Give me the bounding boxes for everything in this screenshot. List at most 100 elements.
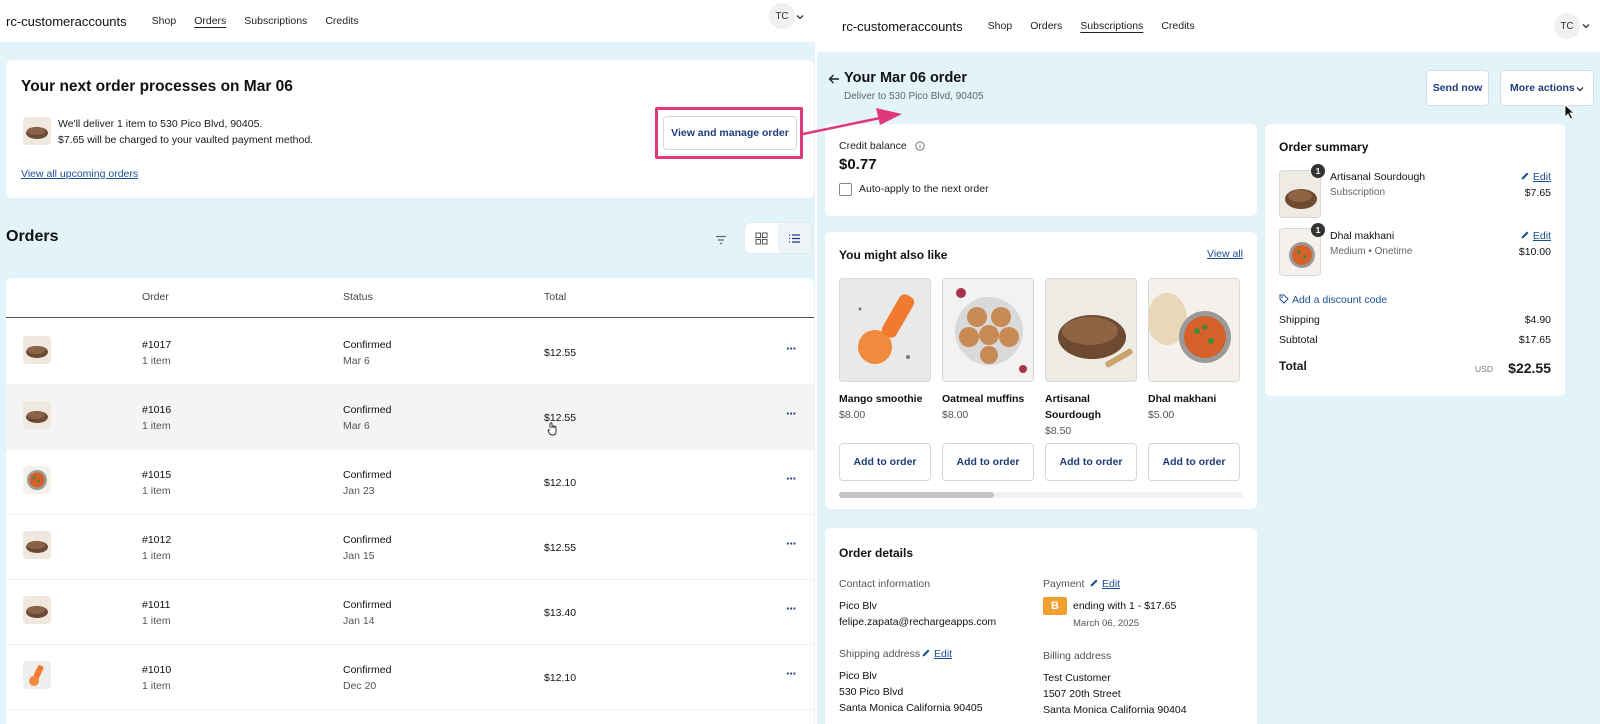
more-options-icon[interactable]: ··· <box>786 341 797 356</box>
summary-item-name: Dhal makhani <box>1330 230 1395 242</box>
filter-icon[interactable] <box>714 233 728 247</box>
order-date: Dec 20 <box>343 680 377 692</box>
table-header: Order Status Total <box>6 278 814 318</box>
table-row[interactable]: #1010 1 item Confirmed Dec 20 $12.10 ··· <box>6 644 814 710</box>
order-date: Mar 6 <box>343 355 370 367</box>
add-to-order-button[interactable]: Add to order <box>839 443 931 481</box>
pencil-icon <box>1090 579 1098 587</box>
table-row[interactable]: #1016 1 item Confirmed Mar 6 $12.55 ··· <box>6 384 814 450</box>
edit-label: Edit <box>1532 171 1551 183</box>
order-number[interactable]: #1017 <box>142 339 171 351</box>
order-details-card: Order details Contact information Pico B… <box>825 528 1257 724</box>
back-arrow-icon[interactable] <box>827 72 841 86</box>
view-all-link[interactable]: View all <box>1207 248 1243 260</box>
smoothie-image <box>840 279 930 381</box>
product-card[interactable]: Artisanal Sourdough $8.50 <box>1045 278 1137 439</box>
scrollbar-thumb[interactable] <box>839 492 994 498</box>
grid-view-button[interactable] <box>745 223 778 253</box>
order-number[interactable]: #1012 <box>142 534 171 546</box>
auto-apply-checkbox[interactable] <box>839 183 852 196</box>
more-options-icon[interactable]: ··· <box>786 666 797 681</box>
billing-line: Santa Monica California 90404 <box>1043 704 1187 716</box>
add-to-order-button[interactable]: Add to order <box>1045 443 1137 481</box>
sourdough-image <box>1046 279 1136 381</box>
summary-item-edit-link[interactable]: Edit <box>1520 230 1551 242</box>
view-all-upcoming-link[interactable]: View all upcoming orders <box>21 168 138 180</box>
order-items: 1 item <box>142 680 171 692</box>
orders-heading: Orders <box>6 228 59 245</box>
billing-line: Test Customer <box>1043 672 1111 684</box>
order-number[interactable]: #1010 <box>142 664 171 676</box>
add-to-order-button[interactable]: Add to order <box>1148 443 1240 481</box>
product-thumbnail <box>23 466 51 494</box>
top-nav: rc-customeraccounts Shop Orders Subscrip… <box>0 0 815 42</box>
order-number[interactable]: #1016 <box>142 404 171 416</box>
summary-item-price: $7.65 <box>1524 187 1551 199</box>
add-discount-link[interactable]: Add a discount code <box>1279 294 1387 306</box>
grid-icon <box>755 232 768 244</box>
billing-line: 1507 20th Street <box>1043 688 1121 700</box>
order-total: $12.55 <box>544 347 577 359</box>
nav-subscriptions[interactable]: Subscriptions <box>244 15 307 27</box>
brand-logo[interactable]: rc-customeraccounts <box>842 19 963 34</box>
shipping-edit-link[interactable]: Edit <box>921 648 952 660</box>
product-image <box>1045 278 1137 382</box>
more-options-icon[interactable]: ··· <box>786 406 797 421</box>
more-actions-button[interactable]: More actions <box>1500 70 1594 106</box>
delivery-text: We'll deliver 1 item to 530 Pico Blvd, 9… <box>58 118 263 130</box>
order-number[interactable]: #1015 <box>142 469 171 481</box>
product-image <box>839 278 931 382</box>
order-items: 1 item <box>142 615 171 627</box>
chevron-down-icon[interactable] <box>1581 21 1591 31</box>
order-summary-title: Order summary <box>1279 140 1369 154</box>
product-thumbnail <box>23 531 51 559</box>
product-card[interactable]: Dhal makhani $5.00 <box>1148 278 1240 423</box>
nav-credits[interactable]: Credits <box>1161 20 1194 32</box>
more-options-icon[interactable]: ··· <box>786 601 797 616</box>
nav-shop[interactable]: Shop <box>152 15 177 27</box>
suggestions-title: You might also like <box>839 248 948 262</box>
product-name: Dhal makhani <box>1148 393 1217 405</box>
more-options-icon[interactable]: ··· <box>786 471 797 486</box>
nav-orders[interactable]: Orders <box>1030 20 1062 32</box>
nav-orders[interactable]: Orders <box>194 15 226 27</box>
product-name: Artisanal Sourdough <box>1045 393 1101 421</box>
more-options-icon[interactable]: ··· <box>786 536 797 551</box>
product-card[interactable]: Mango smoothie $8.00 <box>839 278 931 423</box>
avatar[interactable]: TC <box>769 3 795 29</box>
table-row[interactable]: #1017 1 item Confirmed Mar 6 $12.55 ··· <box>6 319 814 385</box>
view-manage-order-button[interactable]: View and manage order <box>663 116 797 150</box>
nav-shop[interactable]: Shop <box>988 20 1013 32</box>
table-row[interactable]: #1012 1 item Confirmed Jan 15 $12.55 ··· <box>6 514 814 580</box>
pencil-icon <box>922 649 930 657</box>
add-to-order-button[interactable]: Add to order <box>942 443 1034 481</box>
contact-email: felipe.zapata@rechargeapps.com <box>839 616 997 628</box>
carousel-scrollbar[interactable] <box>839 492 1243 498</box>
info-icon[interactable] <box>915 141 925 151</box>
column-header-order: Order <box>142 291 169 303</box>
order-items: 1 item <box>142 355 171 367</box>
send-now-button[interactable]: Send now <box>1426 70 1489 106</box>
product-card[interactable]: Oatmeal muffins $8.00 <box>942 278 1034 423</box>
order-date: Jan 15 <box>343 550 375 562</box>
brand-logo[interactable]: rc-customeraccounts <box>6 14 127 29</box>
table-row[interactable]: #1015 1 item Confirmed Jan 23 $12.10 ··· <box>6 449 814 515</box>
avatar[interactable]: TC <box>1554 13 1580 39</box>
nav-subscriptions[interactable]: Subscriptions <box>1080 20 1143 32</box>
nav-credits[interactable]: Credits <box>325 15 358 27</box>
product-image <box>942 278 1034 382</box>
order-status: Confirmed <box>343 469 392 481</box>
order-details-title: Order details <box>839 546 914 560</box>
list-view-button[interactable] <box>778 223 811 253</box>
order-number[interactable]: #1011 <box>142 599 170 611</box>
shipping-line: Pico Blv <box>839 670 877 682</box>
product-name: Oatmeal muffins <box>942 393 1025 405</box>
table-row[interactable]: #1011 1 item Confirmed Jan 14 $13.40 ··· <box>6 579 814 645</box>
summary-item-edit-link[interactable]: Edit <box>1520 171 1551 183</box>
product-price: $8.00 <box>839 409 866 421</box>
summary-item-type: Subscription <box>1330 187 1386 198</box>
auto-apply-label[interactable]: Auto-apply to the next order <box>859 183 989 195</box>
chevron-down-icon[interactable] <box>795 12 805 22</box>
payment-edit-link[interactable]: Edit <box>1089 578 1120 590</box>
more-actions-label: More actions <box>1510 82 1575 94</box>
